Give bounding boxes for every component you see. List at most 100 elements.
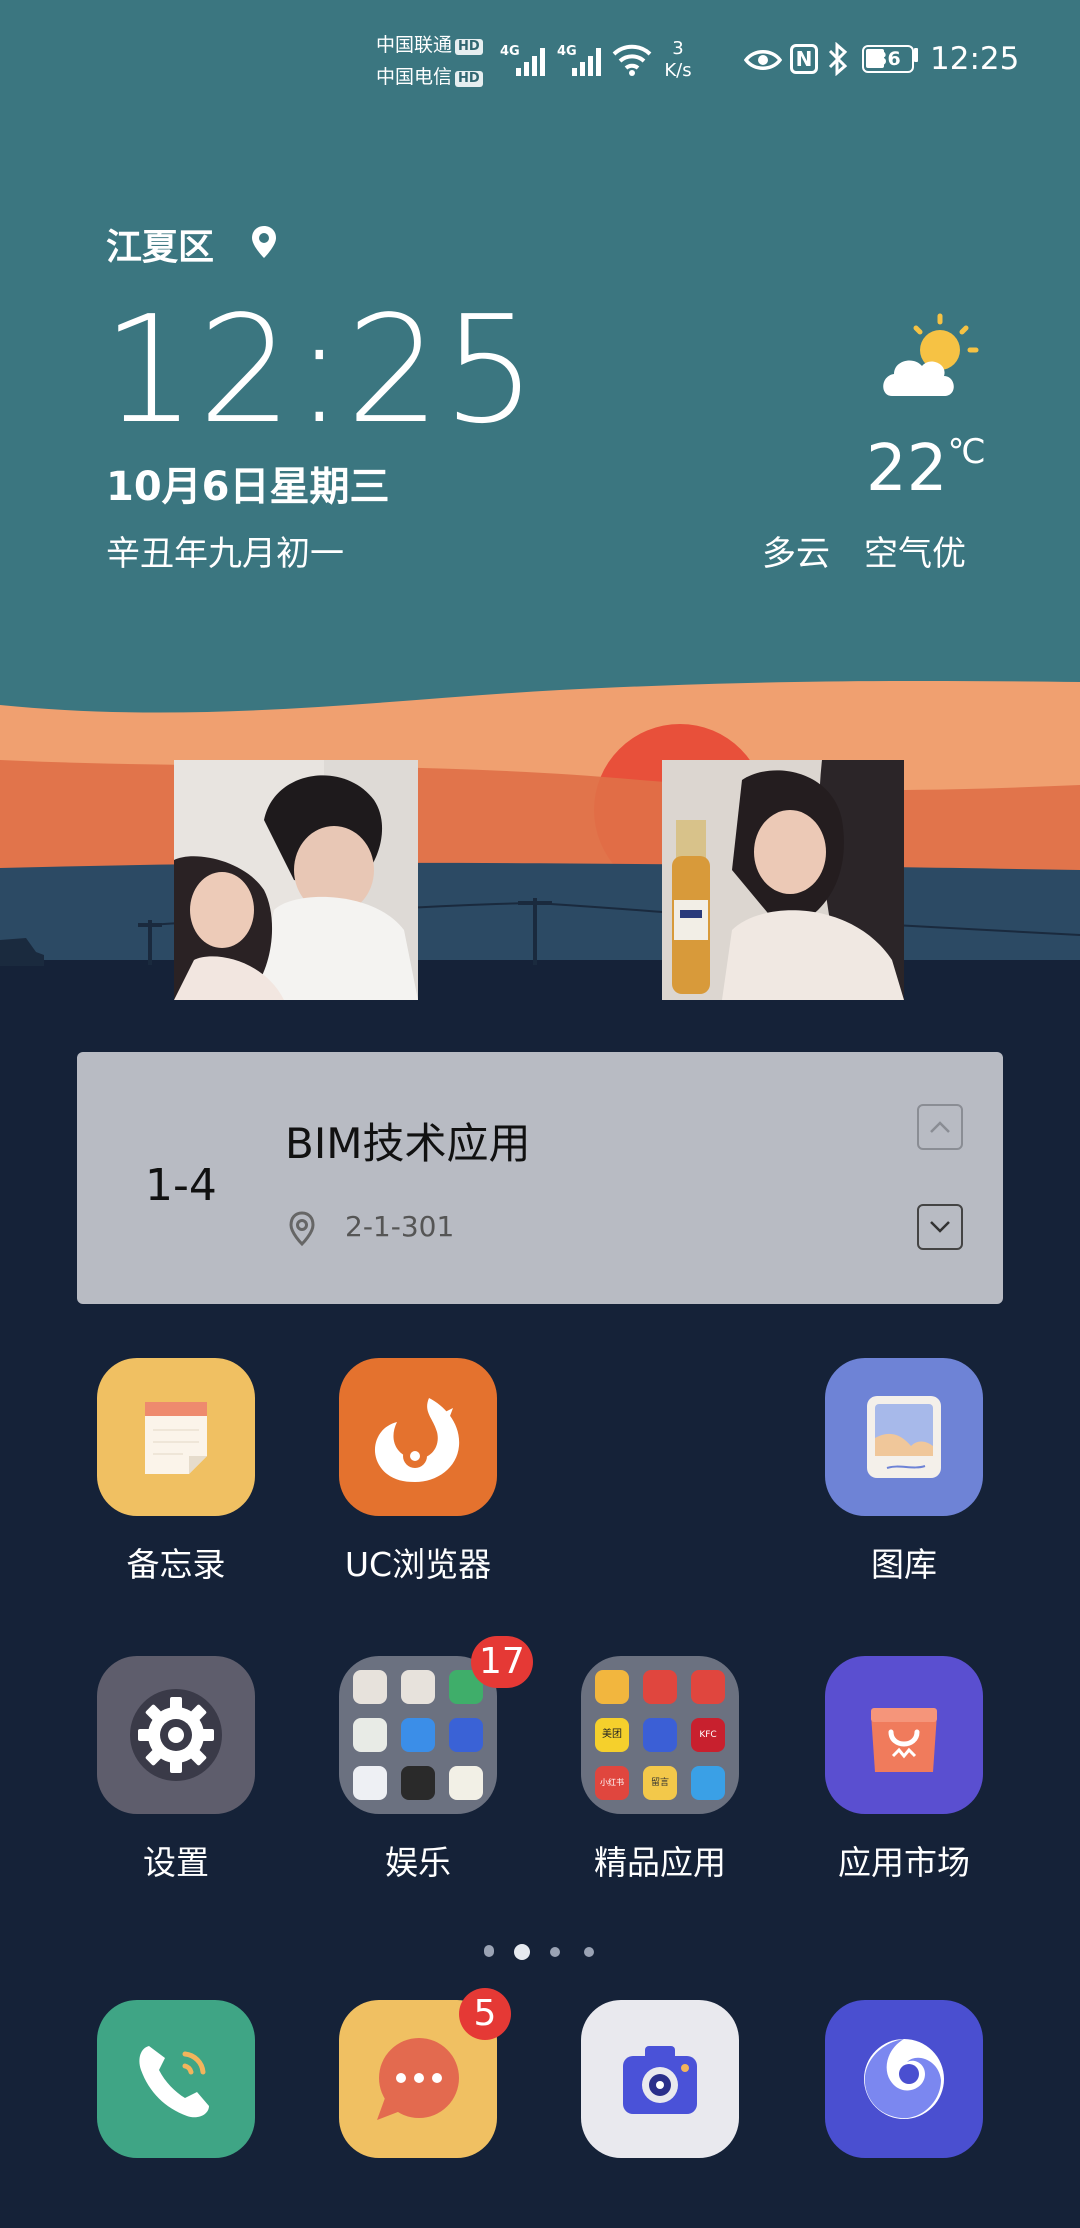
mini-app-icon [353, 1718, 387, 1752]
clock-widget[interactable]: 江夏区 12:25 10月6日星期三 辛丑年九月初一 [102, 210, 606, 580]
phone-icon [97, 2000, 255, 2158]
temperature: 22℃ [866, 432, 986, 506]
page-indicator[interactable] [0, 1942, 1080, 1962]
app-label-uc-browser: UC浏览器 [344, 1545, 492, 1584]
couple-photo-1 [174, 760, 418, 1000]
app-market-icon [825, 1656, 983, 1814]
hd-badge-1: HD [455, 39, 483, 55]
message-mini-icon: 留言 [643, 1766, 677, 1800]
next-class-button[interactable] [917, 1204, 963, 1250]
battery-icon: 36 [862, 45, 914, 73]
page-indicator-dot [550, 1947, 560, 1957]
chevron-up-icon [930, 1121, 950, 1133]
signal-2-icon [572, 48, 601, 76]
weather-condition: 多云 [762, 534, 830, 574]
folder-entertainment-apps [353, 1670, 483, 1800]
folder-featured-apps[interactable]: 美团 KFC 小红书 留言 精品应用 [550, 1656, 770, 1884]
uc-browser-icon [339, 1358, 497, 1516]
carrier-2: 中国电信 HD [376, 64, 483, 90]
status-time: 12:25 [930, 41, 1020, 77]
app-app-market[interactable]: 应用市场 [794, 1656, 1014, 1884]
mini-app-icon [643, 1718, 677, 1752]
mini-app-icon [691, 1670, 725, 1704]
partly-cloudy-icon [883, 313, 979, 396]
air-quality: 空气优 [864, 534, 966, 574]
notes-icon [97, 1358, 255, 1516]
dock-browser[interactable] [794, 2000, 1014, 2158]
location-pin-icon [252, 226, 276, 258]
app-uc-browser[interactable]: UC浏览器 [308, 1358, 528, 1586]
location-pin-icon [289, 1211, 315, 1247]
mini-app-icon [449, 1766, 483, 1800]
folder-icon: 17 [339, 1636, 533, 1814]
app-label-app-market: 应用市场 [838, 1843, 970, 1882]
chevron-down-icon [930, 1221, 950, 1233]
app-label-entertainment: 娱乐 [385, 1843, 451, 1882]
page-indicator-dot [584, 1947, 594, 1957]
page-indicator-dot-active [514, 1944, 530, 1960]
notification-badge: 5 [459, 1988, 511, 2040]
folder-featured-apps-list: 美团 KFC 小红书 留言 [595, 1670, 725, 1800]
folder-icon: 美团 KFC 小红书 留言 [581, 1656, 739, 1814]
carrier-1: 中国联通 HD [376, 32, 483, 58]
messages-icon: 5 [339, 1988, 511, 2158]
network-speed: 3 K/s [660, 38, 696, 82]
mini-app-icon [401, 1670, 435, 1704]
notification-badge: 17 [471, 1636, 533, 1688]
nfc-icon: N [790, 44, 818, 74]
mini-app-icon [643, 1670, 677, 1704]
app-label-settings: 设置 [143, 1843, 209, 1882]
telegram-mini-icon [691, 1766, 725, 1800]
eye-icon [744, 50, 782, 70]
mini-app-icon [401, 1766, 435, 1800]
classroom-location: 2-1-301 [345, 1210, 455, 1243]
app-settings[interactable]: 设置 [66, 1656, 286, 1884]
meituan-mini-icon: 美团 [595, 1718, 629, 1752]
mini-app-icon [353, 1670, 387, 1704]
date-label: 10月6日星期三 [106, 464, 390, 510]
dock-camera[interactable] [550, 2000, 770, 2158]
course-schedule-widget[interactable]: 1-4 BIM技术应用 2-1-301 [77, 1052, 1003, 1304]
dock-messages[interactable]: 5 [308, 1988, 528, 2158]
speed-value: 3 [672, 38, 684, 59]
wifi-icon [612, 44, 652, 76]
gallery-icon [825, 1358, 983, 1516]
photo-widget-2[interactable] [662, 760, 904, 1000]
app-gallery[interactable]: 图库 [794, 1358, 1014, 1586]
lunar-date-label: 辛丑年九月初一 [106, 534, 344, 574]
status-bar: 中国联通 HD 中国电信 HD 4G 4G 3 K/s N 36 12:25 [0, 0, 1080, 120]
carrier-1-name: 中国联通 [376, 34, 453, 56]
app-label-notes: 备忘录 [126, 1545, 226, 1584]
previous-class-button[interactable] [917, 1104, 963, 1150]
weather-widget[interactable]: 22℃ 多云 空气优 [700, 300, 990, 580]
carrier-2-name: 中国电信 [376, 66, 453, 88]
folder-entertainment[interactable]: 17 娱乐 [308, 1636, 533, 1884]
battery-tip [914, 48, 918, 62]
signal-1-icon [516, 48, 545, 76]
location-label: 江夏区 [106, 227, 215, 268]
temperature-unit: ℃ [947, 432, 986, 472]
mini-app-icon [401, 1718, 435, 1752]
bluetooth-icon [828, 42, 848, 76]
page-indicator-dot [484, 1945, 494, 1957]
course-name: BIM技术应用 [285, 1119, 531, 1168]
mini-app-icon [353, 1766, 387, 1800]
photo-widget-1[interactable] [174, 760, 418, 1000]
kfc-mini-icon: KFC [691, 1718, 725, 1752]
couple-photo-2 [662, 760, 904, 1000]
class-period: 1-4 [145, 1160, 217, 1211]
app-label-gallery: 图库 [871, 1545, 937, 1584]
dock-phone[interactable] [66, 2000, 286, 2158]
camera-icon [581, 2000, 739, 2158]
app-label-featured-apps: 精品应用 [594, 1843, 726, 1882]
big-clock: 12:25 [102, 284, 539, 456]
temperature-value: 22 [866, 432, 948, 506]
mini-app-icon [595, 1670, 629, 1704]
browser-icon [825, 2000, 983, 2158]
app-notes[interactable]: 备忘录 [66, 1358, 286, 1586]
speed-unit: K/s [664, 60, 692, 81]
xiaohongshu-mini-icon: 小红书 [595, 1766, 629, 1800]
settings-icon [97, 1656, 255, 1814]
battery-level: 36 [874, 48, 901, 70]
hd-badge-2: HD [455, 71, 483, 87]
